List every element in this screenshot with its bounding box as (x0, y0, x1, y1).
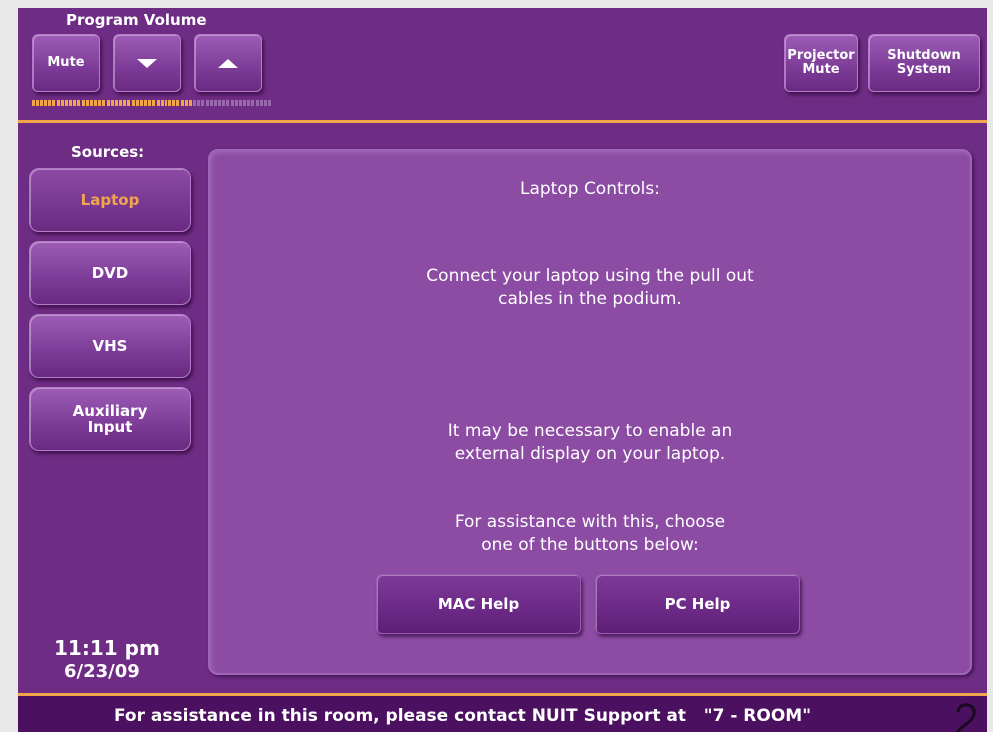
content-area: Laptop Controls: Connect your laptop usi… (208, 149, 972, 675)
shutdown-label: Shutdown System (887, 47, 961, 77)
volume-meter-segment (201, 100, 205, 106)
volume-meter-segment (106, 100, 110, 106)
volume-meter-segment (35, 100, 39, 106)
volume-meter-segment (76, 100, 80, 106)
footer-bar: For assistance in this room, please cont… (18, 696, 987, 732)
chevron-up-icon (218, 58, 238, 68)
source-label-laptop: Laptop (80, 190, 140, 209)
volume-meter-segment (264, 100, 268, 106)
volume-meter-segment (151, 100, 155, 106)
volume-meter-segment (226, 100, 230, 106)
volume-meter-segment (176, 100, 180, 106)
volume-meter-segment (39, 100, 43, 106)
source-label-vhs: VHS (92, 336, 128, 355)
volume-meter-segment (160, 100, 164, 106)
volume-meter-segment (231, 100, 235, 106)
volume-meter-segment (239, 100, 243, 106)
volume-meter-segment (243, 100, 247, 106)
volume-meter-segment (56, 100, 60, 106)
volume-meter-segment (143, 100, 147, 106)
volume-meter-segment (235, 100, 239, 106)
volume-meter-segment (189, 100, 193, 106)
volume-meter-segment (126, 100, 130, 106)
volume-meter-segment (85, 100, 89, 106)
source-label-auxiliary: Auxiliary Input (72, 401, 148, 436)
volume-down-button[interactable] (113, 34, 181, 92)
volume-meter-segment (51, 100, 55, 106)
volume-meter-segment (64, 100, 68, 106)
volume-meter-segment (47, 100, 51, 106)
volume-meter-segment (268, 100, 272, 106)
volume-meter-segment (222, 100, 226, 106)
volume-meter-segment (251, 100, 255, 106)
volume-meter-segment (260, 100, 264, 106)
volume-meter (32, 100, 272, 106)
source-button-dvd[interactable]: DVD (29, 241, 191, 305)
projector-mute-label: Projector Mute (787, 47, 855, 77)
volume-meter-segment (68, 100, 72, 106)
source-button-auxiliary-input[interactable]: Auxiliary Input (29, 387, 191, 451)
volume-meter-segment (193, 100, 197, 106)
source-label-dvd: DVD (91, 263, 129, 282)
volume-meter-segment (135, 100, 139, 106)
content-title: Laptop Controls: (520, 179, 660, 199)
connect-instruction: Connect your laptop using the pull out c… (426, 266, 754, 309)
display-note: It may be necessary to enable an externa… (447, 421, 733, 464)
scroll-curl-icon (956, 703, 976, 732)
volume-meter-segment (118, 100, 122, 106)
clock-date: 6/23/09 (64, 661, 140, 682)
volume-meter-segment (89, 100, 93, 106)
volume-meter-segment (43, 100, 47, 106)
volume-meter-segment (122, 100, 126, 106)
source-button-vhs[interactable]: VHS (29, 314, 191, 378)
chevron-down-icon (137, 58, 157, 68)
mute-button[interactable]: Mute (32, 34, 100, 92)
volume-title: Program Volume (66, 11, 207, 29)
volume-meter-segment (210, 100, 214, 106)
volume-meter-segment (139, 100, 143, 106)
volume-meter-segment (256, 100, 260, 106)
footer-support-text: For assistance in this room, please cont… (114, 706, 812, 726)
volume-meter-segment (32, 100, 35, 106)
volume-meter-segment (131, 100, 135, 106)
assistance-note: For assistance with this, choose one of … (454, 512, 726, 555)
mac-help-label: MAC Help (437, 594, 520, 613)
volume-meter-segment (81, 100, 85, 106)
mute-label: Mute (47, 54, 85, 70)
volume-meter-segment (197, 100, 201, 106)
pc-help-button[interactable]: PC Help (595, 574, 800, 634)
volume-meter-segment (181, 100, 185, 106)
volume-meter-segment (247, 100, 251, 106)
volume-meter-segment (101, 100, 105, 106)
volume-meter-segment (60, 100, 64, 106)
projector-mute-button[interactable]: Projector Mute (784, 34, 858, 92)
header-divider (18, 120, 987, 123)
volume-meter-segment (156, 100, 160, 106)
volume-meter-segment (218, 100, 222, 106)
volume-meter-segment (206, 100, 210, 106)
volume-meter-segment (110, 100, 114, 106)
clock-time: 11:11 pm (54, 636, 160, 660)
volume-meter-segment (164, 100, 168, 106)
volume-meter-segment (172, 100, 176, 106)
volume-meter-segment (97, 100, 101, 106)
volume-meter-segment (147, 100, 151, 106)
source-button-laptop[interactable]: Laptop (29, 168, 191, 232)
volume-meter-segment (168, 100, 172, 106)
sources-title: Sources: (71, 143, 145, 161)
shutdown-system-button[interactable]: Shutdown System (868, 34, 980, 92)
mac-help-button[interactable]: MAC Help (376, 574, 581, 634)
volume-meter-segment (214, 100, 218, 106)
pc-help-label: PC Help (664, 594, 731, 613)
volume-meter-segment (114, 100, 118, 106)
volume-up-button[interactable] (194, 34, 262, 92)
volume-meter-segment (93, 100, 97, 106)
volume-meter-segment (72, 100, 76, 106)
volume-meter-segment (185, 100, 189, 106)
control-panel: Program Volume Mute Projector Mute Shutd… (18, 8, 987, 732)
